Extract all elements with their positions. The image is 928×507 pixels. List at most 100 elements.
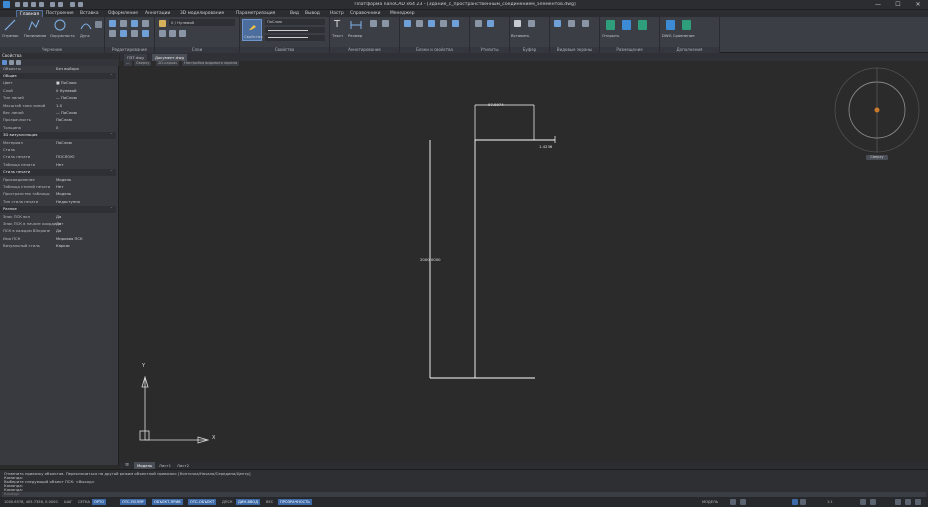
close-button[interactable]: ✕ (912, 1, 924, 9)
tab-settings[interactable]: Настр (330, 10, 344, 17)
fullscreen-icon[interactable] (905, 499, 911, 505)
properties-button[interactable]: Свойства (242, 19, 263, 41)
viewport-icon[interactable] (554, 20, 561, 27)
tab-insert[interactable]: Вставка (80, 10, 99, 17)
tab-build[interactable]: Построение (46, 10, 74, 17)
visual-style[interactable]: 2D-каркас (156, 61, 180, 66)
status-toggle[interactable]: СЕТКА (76, 499, 92, 505)
layout-menu-icon[interactable]: ≡ (122, 462, 132, 469)
paste-icon[interactable] (514, 20, 521, 27)
tab-format[interactable]: Оформление (108, 10, 138, 17)
collapse-icon[interactable]: ⌃ (110, 206, 113, 212)
customize-icon[interactable] (915, 499, 921, 505)
arc-icon[interactable] (80, 19, 92, 31)
property-row[interactable]: Таблица стилей печати Нет (0, 184, 116, 190)
layer-freeze-icon[interactable] (169, 30, 176, 37)
tab-annotate[interactable]: Аннотации (145, 10, 170, 17)
fillet-icon[interactable] (120, 30, 127, 37)
property-row[interactable]: Тип линий — ПоСлою (0, 95, 116, 101)
coordinates-readout[interactable]: 1000.6578, 405.7356, 0.0000 (2, 499, 60, 505)
collapse-icon[interactable]: ⌃ (110, 73, 113, 79)
property-row[interactable]: Присоединение Модель (0, 177, 116, 183)
maximize-button[interactable]: ☐ (892, 1, 904, 9)
status-toggle[interactable]: ОТС-ПОЛЯР (120, 499, 146, 505)
move-icon[interactable] (109, 20, 116, 27)
insert-block-icon[interactable] (404, 20, 411, 27)
copy-obj-icon[interactable] (142, 20, 149, 27)
tab-view[interactable]: Вид (290, 10, 299, 17)
open-drawing-icon[interactable] (606, 20, 615, 30)
property-row[interactable]: Таблица печати Нет (0, 162, 116, 168)
isolate-icon[interactable] (740, 499, 746, 505)
doc-tab-2[interactable]: Документ.dwg (152, 54, 187, 61)
property-row[interactable]: Стиль (0, 147, 116, 153)
match-props-icon[interactable] (70, 2, 75, 7)
text-icon[interactable]: T (334, 19, 340, 30)
array-icon[interactable] (142, 30, 149, 37)
dwg-compare-icon[interactable] (666, 20, 675, 30)
property-value[interactable]: Да (56, 214, 61, 220)
print-icon[interactable] (39, 2, 44, 7)
named-views-icon[interactable] (568, 20, 575, 27)
trim-icon[interactable] (131, 20, 138, 27)
property-row[interactable]: Вес линий — ПоСлою (0, 110, 116, 116)
property-value[interactable]: Каркас (56, 243, 70, 249)
property-row[interactable]: Имя ПСК Мировая ПСК (0, 236, 116, 242)
auto-scale-icon[interactable] (870, 499, 876, 505)
tab-manager[interactable]: Менеджер (390, 10, 415, 17)
toggle-pickadd-icon[interactable] (16, 60, 21, 65)
property-value[interactable]: Модель (56, 191, 71, 197)
property-value[interactable]: — ПоСлою (56, 110, 77, 116)
redo-icon[interactable] (58, 2, 63, 7)
layer-off-icon[interactable] (159, 30, 166, 37)
properties-section[interactable]: 3D визуализация ⌃ (0, 132, 116, 139)
doc-tab-1[interactable]: ПЗТ.dwg (124, 54, 147, 61)
viewport-config-icon[interactable] (582, 20, 589, 27)
property-value[interactable]: ■ ПоСлою (56, 80, 77, 86)
property-row[interactable]: Тип стиля печати Недоступно (0, 199, 116, 205)
measure-icon[interactable] (475, 20, 482, 27)
status-toggle[interactable]: ПРОЗРАЧНОСТЬ (278, 499, 312, 505)
attribute-icon[interactable] (440, 20, 447, 27)
drawing-canvas[interactable]: 97.9974 1.4236 2000.0000 Сверху Y X (120, 67, 928, 462)
view-direction[interactable]: Сверху (134, 61, 152, 66)
save-icon[interactable] (31, 2, 36, 7)
layer-props-icon[interactable] (159, 20, 166, 27)
copy-icon[interactable] (528, 20, 535, 27)
property-value[interactable]: Нет (56, 162, 63, 168)
property-value[interactable]: Мировая ПСК (56, 236, 83, 242)
tab-home[interactable]: Главная (16, 10, 43, 17)
edit-tool-icon[interactable] (682, 20, 691, 30)
quick-select-icon[interactable] (9, 60, 14, 65)
draw-more-icon[interactable] (95, 21, 102, 28)
circle-icon[interactable] (54, 19, 66, 31)
property-row[interactable]: Прозрачность ПоСлою (0, 117, 116, 123)
open-file-icon[interactable] (23, 2, 28, 7)
properties-section[interactable]: Разное ⌃ (0, 206, 116, 213)
property-row[interactable]: Материал ПоСлою (0, 140, 116, 146)
status-toggle[interactable]: ДИН-ВВОД (236, 499, 261, 505)
collapse-icon[interactable]: ⌃ (110, 132, 113, 138)
status-space[interactable]: МОДЕЛЬ (700, 499, 720, 505)
property-value[interactable]: ПоСлою (56, 117, 72, 123)
property-value[interactable]: Модель (56, 177, 71, 183)
property-row[interactable]: Визуальный стиль Каркас (0, 243, 116, 249)
edit-block-icon[interactable] (428, 20, 435, 27)
tab-sheet1[interactable]: Лист1 (156, 462, 174, 469)
property-row[interactable]: Пространство таблицы Модель (0, 191, 116, 197)
tab-references[interactable]: Справочники (350, 10, 381, 17)
grid-view-icon[interactable] (792, 499, 798, 505)
layer-dropdown[interactable]: 0 / Нулевой (169, 19, 235, 26)
property-row[interactable]: Стиль печати ПОСЛОЮ (0, 154, 116, 160)
property-value[interactable]: Нет (56, 184, 63, 190)
undo-icon[interactable] (50, 2, 55, 7)
app-logo-icon[interactable] (3, 1, 10, 8)
batch-print-icon[interactable] (622, 20, 631, 30)
property-value[interactable]: Да (56, 221, 61, 227)
status-toggle[interactable]: ОБЪЕКТ-ПРИВ (152, 499, 183, 505)
line-icon[interactable] (4, 19, 16, 31)
property-row[interactable]: Цвет ■ ПоСлою (0, 80, 116, 86)
status-toggle[interactable]: ВЕС (264, 499, 275, 505)
publish-icon[interactable] (638, 20, 647, 30)
property-row[interactable]: Знак ПСК в начале координат Да (0, 221, 116, 227)
